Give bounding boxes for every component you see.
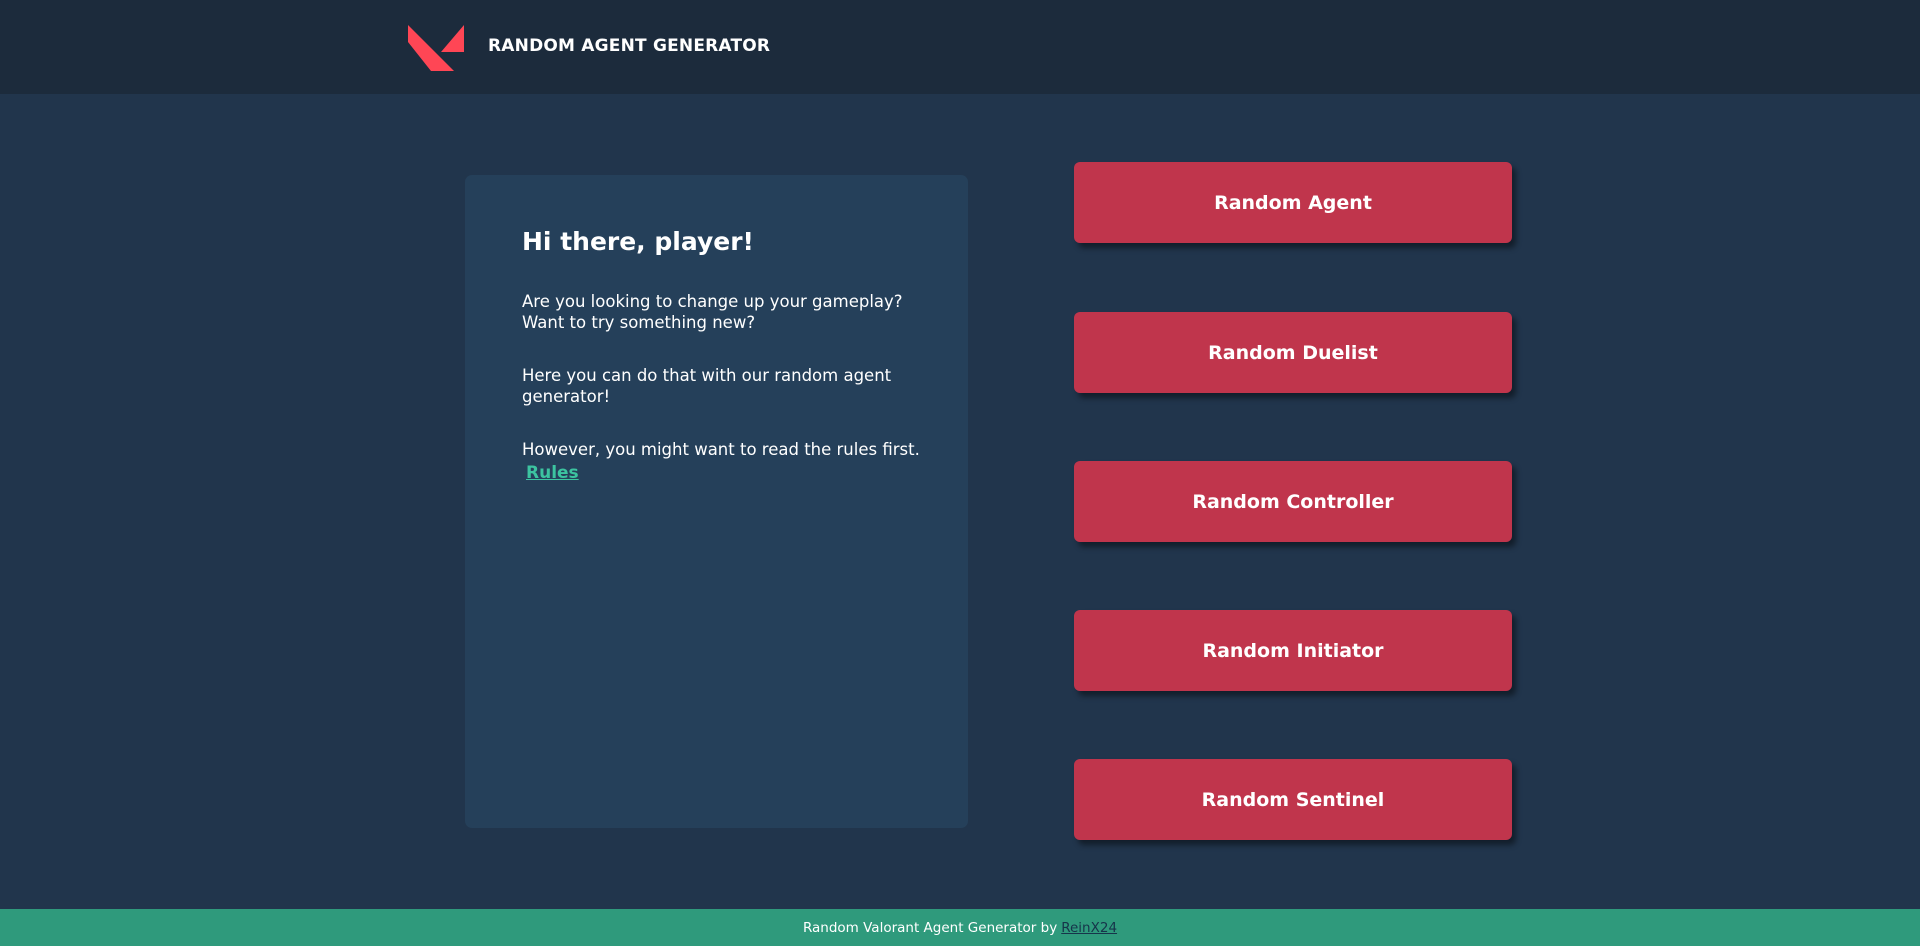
intro-heading: Hi there, player! bbox=[522, 227, 754, 256]
intro-paragraph-3: However, you might want to read the rule… bbox=[522, 439, 932, 484]
footer-bar: Random Valorant Agent Generator by ReinX… bbox=[0, 909, 1920, 946]
top-header: RANDOM AGENT GENERATOR bbox=[0, 0, 1920, 94]
random-agent-button[interactable]: Random Agent bbox=[1074, 162, 1512, 243]
rules-link[interactable]: Rules bbox=[526, 463, 579, 484]
random-duelist-button[interactable]: Random Duelist bbox=[1074, 312, 1512, 393]
intro-paragraph-2: Here you can do that with our random age… bbox=[522, 366, 892, 406]
random-controller-button[interactable]: Random Controller bbox=[1074, 461, 1512, 542]
author-link[interactable]: ReinX24 bbox=[1061, 920, 1117, 936]
random-sentinel-button[interactable]: Random Sentinel bbox=[1074, 759, 1512, 840]
site-title[interactable]: RANDOM AGENT GENERATOR bbox=[488, 36, 770, 56]
valorant-logo-icon[interactable] bbox=[408, 25, 464, 71]
rules-prompt-text: However, you might want to read the rule… bbox=[522, 440, 920, 459]
intro-card: Hi there, player! Are you looking to cha… bbox=[465, 175, 968, 828]
intro-content: Hi there, player! Are you looking to cha… bbox=[522, 225, 932, 484]
intro-paragraph-1: Are you looking to change up your gamepl… bbox=[522, 292, 903, 332]
random-initiator-button[interactable]: Random Initiator bbox=[1074, 610, 1512, 691]
footer-text: Random Valorant Agent Generator by bbox=[802, 919, 1058, 936]
